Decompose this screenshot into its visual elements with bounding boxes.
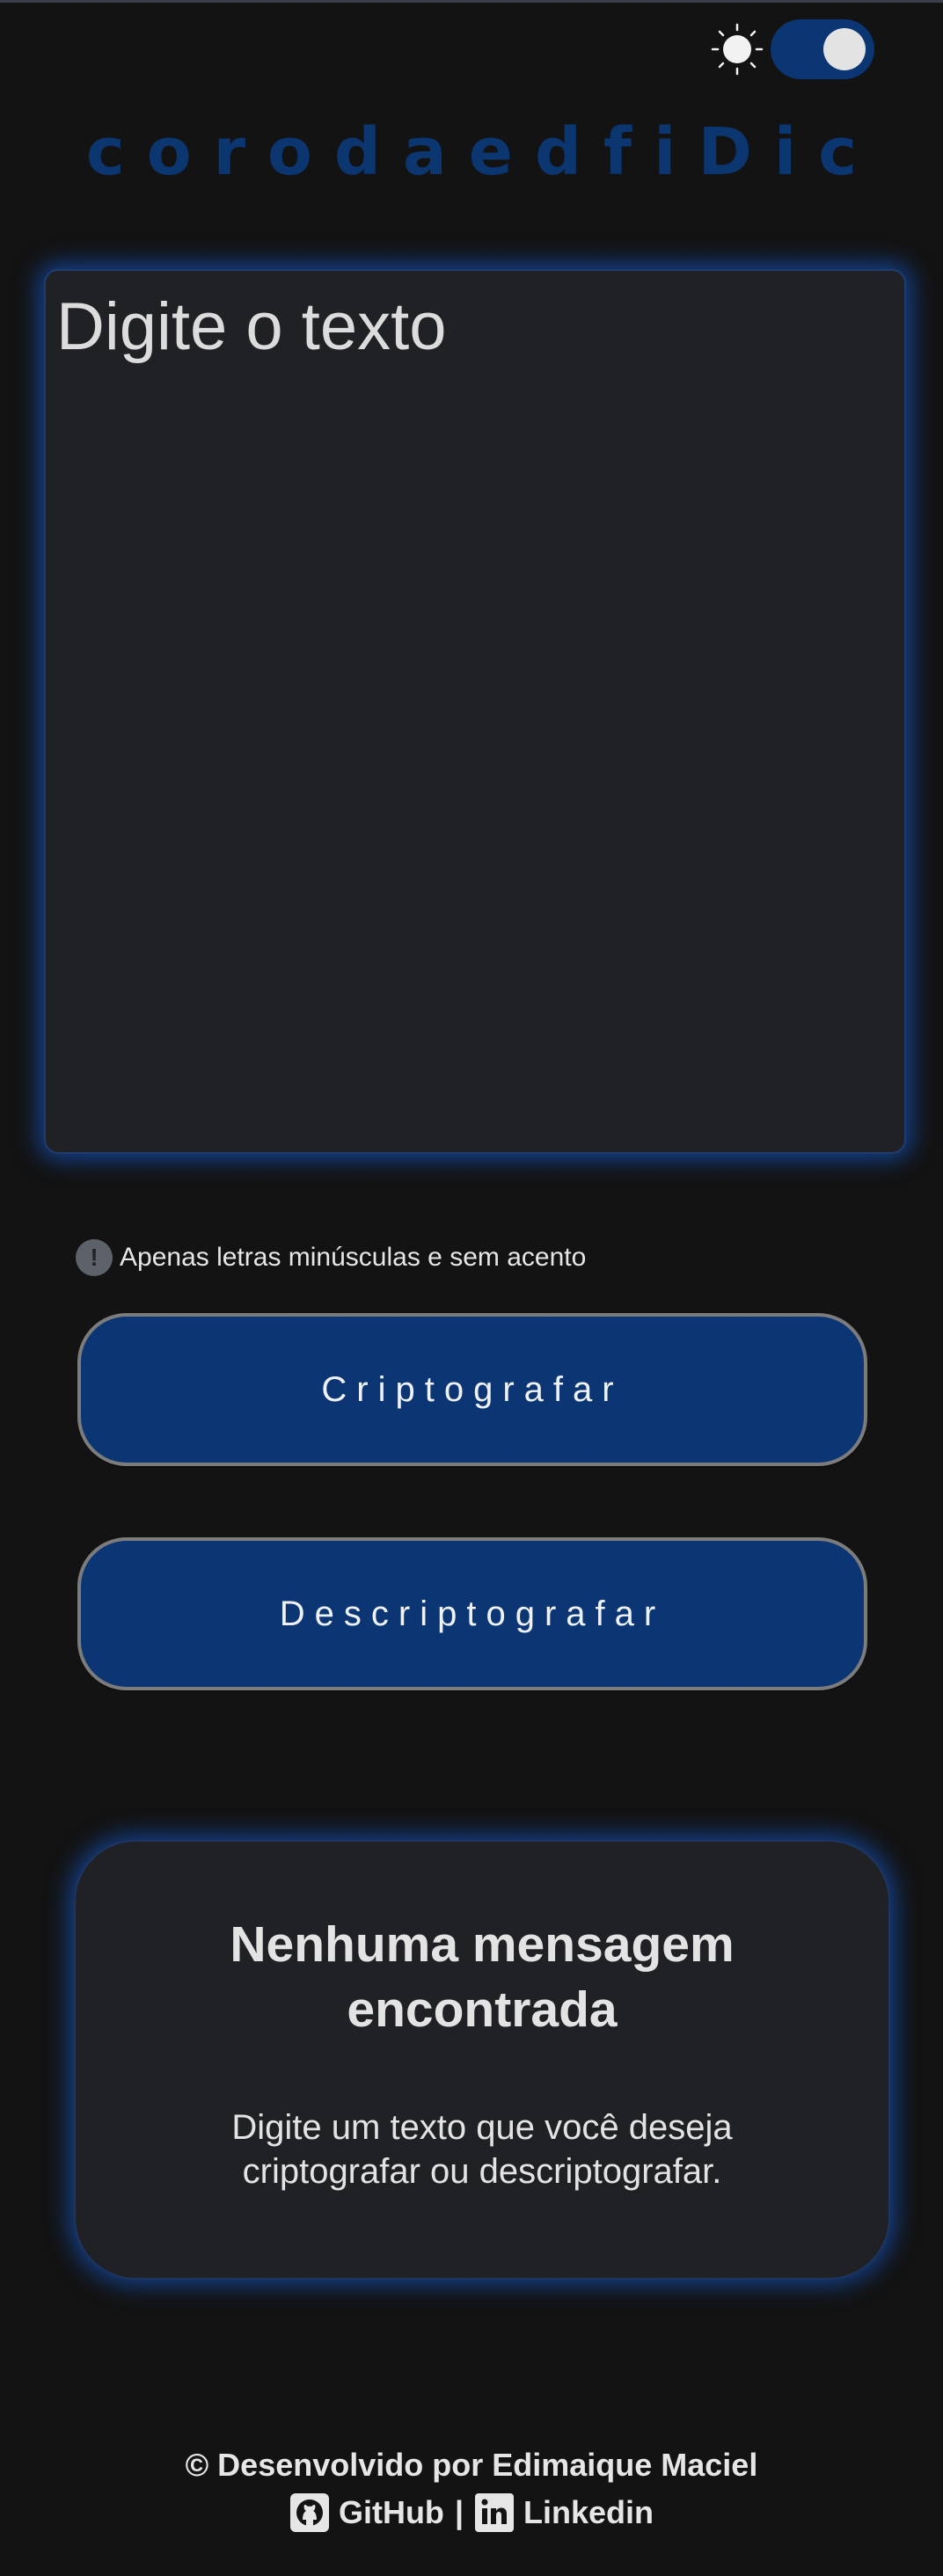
footer-separator: |	[454, 2494, 464, 2530]
hint: ! Apenas letras minúsculas e sem acento	[76, 1238, 586, 1277]
hint-text: Apenas letras minúsculas e sem acento	[120, 1243, 587, 1272]
github-link[interactable]: GitHub	[289, 2489, 444, 2536]
logo: corodaedfiDic	[85, 114, 880, 190]
linkedin-link[interactable]: Linkedin	[474, 2489, 654, 2536]
output-panel: Nenhuma mensagem encontrada Digite um te…	[74, 1840, 890, 2280]
output-description: Digite um texto que você deseja criptogr…	[231, 2108, 733, 2191]
footer-links: GitHub | Linkedin	[0, 2489, 943, 2536]
footer: © Desenvolvido por Edimaique Maciel GitH…	[0, 2441, 943, 2536]
exclamation-icon: !	[76, 1239, 113, 1276]
linkedin-icon	[475, 2493, 515, 2532]
text-input[interactable]	[44, 269, 906, 1154]
encrypt-button[interactable]: Criptografar	[77, 1313, 867, 1466]
theme-toggle[interactable]	[711, 19, 874, 79]
footer-credit: © Desenvolvido por Edimaique Maciel	[185, 2447, 758, 2483]
switch-knob[interactable]	[823, 28, 866, 70]
theme-switch[interactable]	[771, 19, 874, 79]
top-border	[0, 0, 943, 3]
sun-icon	[711, 23, 764, 76]
linkedin-label[interactable]: Linkedin	[523, 2489, 654, 2536]
decrypt-button[interactable]: Descriptografar	[77, 1537, 867, 1690]
github-label[interactable]: GitHub	[339, 2489, 444, 2536]
output-title: Nenhuma mensagem encontrada	[230, 1916, 735, 2038]
github-icon	[289, 2493, 329, 2532]
